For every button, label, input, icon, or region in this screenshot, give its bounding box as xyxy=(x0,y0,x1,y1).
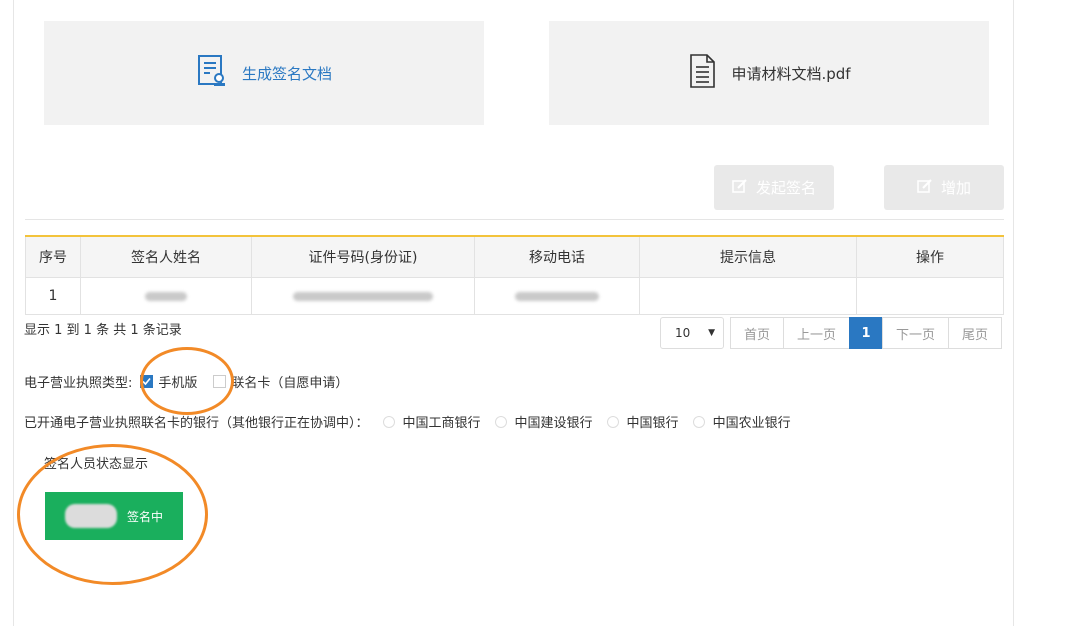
record-summary: 显示 1 到 1 条 共 1 条记录 xyxy=(24,323,182,338)
page-next[interactable]: 下一页 xyxy=(882,317,949,349)
bank-abc-label: 中国农业银行 xyxy=(712,416,791,431)
edit-icon xyxy=(917,178,933,198)
license-type-label: 电子营业执照类型: xyxy=(24,376,133,391)
cell-phone-redacted xyxy=(474,277,640,315)
generate-sign-doc-card[interactable]: 生成签名文档 xyxy=(44,21,484,125)
signer-status-label: 签名中 xyxy=(126,509,163,524)
page-size-select[interactable]: 10 ▼ xyxy=(660,317,724,349)
divider xyxy=(25,219,1004,220)
radio-icbc[interactable] xyxy=(382,415,395,428)
col-header-index: 序号 xyxy=(25,235,81,278)
page-first[interactable]: 首页 xyxy=(730,317,784,349)
material-doc-card[interactable]: 申请材料文档.pdf xyxy=(549,21,989,125)
start-sign-button[interactable]: 发起签名 xyxy=(714,165,834,210)
page-last[interactable]: 尾页 xyxy=(948,317,1002,349)
col-header-name: 签名人姓名 xyxy=(80,235,252,278)
sign-document-icon xyxy=(196,54,228,92)
add-label: 增加 xyxy=(940,179,971,197)
radio-ccb[interactable] xyxy=(494,415,507,428)
col-header-op: 操作 xyxy=(856,235,1004,278)
cell-op xyxy=(856,277,1004,315)
status-title: 签名人员状态显示 xyxy=(44,457,149,472)
pdf-document-icon xyxy=(687,53,717,93)
add-button[interactable]: 增加 xyxy=(884,165,1004,210)
bank-boc-label: 中国银行 xyxy=(626,416,679,431)
signer-status-card: 签名中 xyxy=(45,492,183,540)
page-prev[interactable]: 上一页 xyxy=(783,317,850,349)
page-size-value: 10 xyxy=(675,326,691,340)
cell-name-redacted xyxy=(80,277,252,315)
option-mobile-label: 手机版 xyxy=(158,376,198,391)
page-current[interactable]: 1 xyxy=(849,317,883,349)
caret-down-icon: ▼ xyxy=(708,328,715,338)
bank-ccb-label: 中国建设银行 xyxy=(514,416,593,431)
check-icon xyxy=(142,377,152,386)
edit-icon xyxy=(732,178,748,198)
generate-sign-doc-label: 生成签名文档 xyxy=(241,64,332,83)
col-header-id: 证件号码(身份证) xyxy=(251,235,475,278)
cell-index: 1 xyxy=(25,277,81,315)
radio-abc[interactable] xyxy=(692,415,705,428)
cell-tip xyxy=(639,277,857,315)
cell-id-redacted xyxy=(251,277,475,315)
col-header-phone: 移动电话 xyxy=(474,235,640,278)
radio-boc[interactable] xyxy=(606,415,619,428)
pagination: 首页 上一页 1 下一页 尾页 xyxy=(730,317,1002,351)
license-type-row: 电子营业执照类型: 手机版 联名卡（自愿申请） xyxy=(24,372,348,391)
signer-name-redacted xyxy=(64,504,117,528)
bank-row-label: 已开通电子营业执照联名卡的银行（其他银行正在协调中）： xyxy=(24,416,369,431)
start-sign-label: 发起签名 xyxy=(755,179,816,197)
checkbox-mobile[interactable] xyxy=(140,375,154,388)
table-row: 1 xyxy=(25,277,1004,315)
col-header-tip: 提示信息 xyxy=(639,235,857,278)
option-joint-card-label: 联名卡（自愿申请） xyxy=(231,376,349,391)
bank-icbc-label: 中国工商银行 xyxy=(402,416,481,431)
material-doc-label: 申请材料文档.pdf xyxy=(731,64,851,83)
checkbox-joint-card[interactable] xyxy=(213,375,227,388)
bank-row: 已开通电子营业执照联名卡的银行（其他银行正在协调中）： 中国工商银行 中国建设银… xyxy=(24,412,791,431)
signer-table: 序号 签名人姓名 证件号码(身份证) 移动电话 提示信息 操作 1 xyxy=(25,235,1004,315)
